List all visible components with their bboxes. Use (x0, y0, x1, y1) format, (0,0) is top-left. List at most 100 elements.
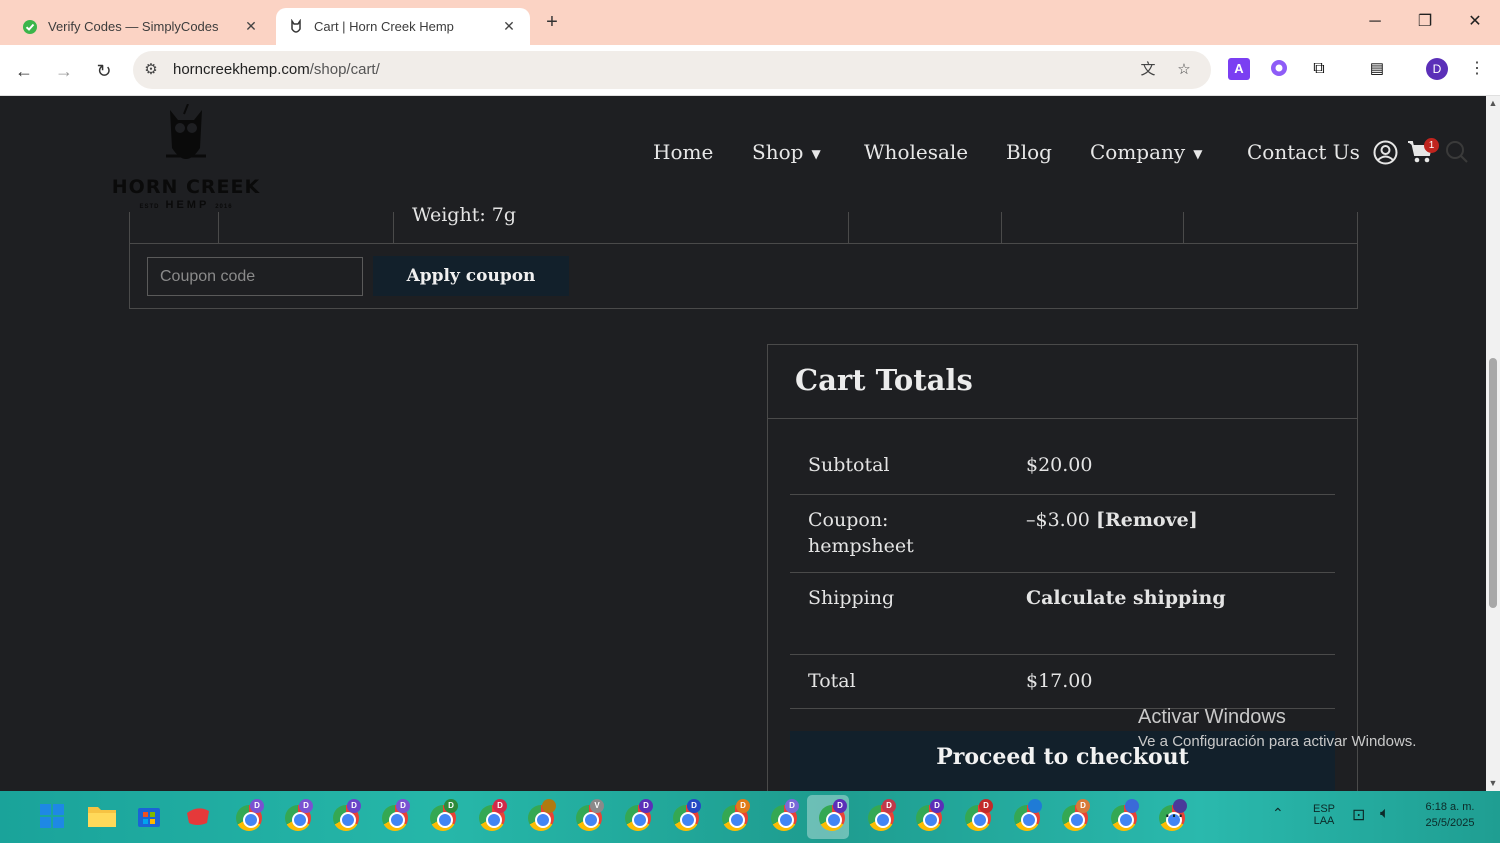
back-button[interactable]: ← (10, 57, 38, 85)
scroll-up-icon[interactable]: ▲ (1488, 98, 1498, 108)
network-icon[interactable]: ⊡ (1352, 805, 1365, 825)
translate-icon[interactable]: 文 (1138, 60, 1158, 80)
nav-home[interactable]: Home (653, 140, 713, 164)
site-logo[interactable]: HORN CREEK ESTD HEMP 2016 (108, 103, 264, 211)
profile-badge: D (687, 799, 701, 813)
chrome-taskbar-icon[interactable]: D (232, 799, 266, 835)
chevron-down-icon: ▼ (811, 146, 821, 161)
extension-swirl-icon[interactable] (1268, 58, 1290, 80)
coupon-value: –$3.00 [Remove] (1026, 509, 1198, 531)
profile-badge: D (444, 799, 458, 813)
table-divider (218, 212, 219, 243)
extensions-puzzle-icon[interactable]: ⧉ (1308, 58, 1330, 80)
page-viewport: HORN CREEK ESTD HEMP 2016 Home Shop ▼ Who… (0, 96, 1486, 791)
calculate-shipping-link[interactable]: Calculate shipping (1026, 585, 1226, 611)
subtotal-row: Subtotal $20.00 (790, 419, 1335, 495)
close-window-button[interactable]: ✕ (1460, 8, 1490, 36)
scroll-down-icon[interactable]: ▼ (1488, 778, 1498, 788)
chrome-taskbar-icon[interactable] (1107, 799, 1141, 835)
profile-badge: D (299, 799, 313, 813)
nav-company[interactable]: Company ▼ (1090, 140, 1202, 164)
chrome-taskbar-icon[interactable]: D (864, 799, 898, 835)
chrome-taskbar-icon[interactable]: D (961, 799, 995, 835)
table-row-divider (129, 243, 1358, 244)
profile-badge: D (930, 799, 944, 813)
clock-time: 6:18 a. m. (1425, 801, 1475, 813)
file-explorer-icon[interactable] (86, 801, 120, 835)
address-bar[interactable]: ⚙ horncreekhemp.com/shop/cart/ 文 ☆ (133, 51, 1211, 89)
extension-a-icon[interactable]: A (1228, 58, 1250, 80)
simplycodes-favicon-icon (22, 19, 38, 35)
coupon-code-input[interactable]: Coupon code (147, 257, 363, 296)
cart-totals-heading: Cart Totals (795, 363, 973, 397)
chrome-taskbar-icon[interactable]: D (718, 799, 752, 835)
bookmark-star-icon[interactable]: ☆ (1174, 60, 1194, 80)
reading-list-icon[interactable]: ▤ (1366, 58, 1388, 80)
more-apps-icon[interactable]: ⋯ (1157, 801, 1191, 835)
chrome-taskbar-icon[interactable]: D (621, 799, 655, 835)
chrome-taskbar-icon[interactable] (1010, 799, 1044, 835)
profile-badge: D (736, 799, 750, 813)
proceed-to-checkout-button[interactable]: Proceed to checkout (790, 731, 1335, 791)
close-tab-icon[interactable]: ✕ (242, 18, 260, 35)
clock[interactable]: 6:18 a. m. 25/5/2025 (1412, 801, 1488, 829)
tab-simplycodes[interactable]: Verify Codes — SimplyCodes ✕ (10, 8, 272, 45)
chrome-taskbar-icon[interactable]: D (329, 799, 363, 835)
nav-wholesale[interactable]: Wholesale (864, 140, 968, 164)
apply-coupon-button[interactable]: Apply coupon (373, 256, 569, 296)
chrome-taskbar-icon[interactable]: D (475, 799, 509, 835)
logo-subtitle: ESTD HEMP 2016 (139, 199, 233, 211)
table-divider (848, 212, 849, 243)
chrome-taskbar-icon[interactable]: D (912, 799, 946, 835)
product-weight: Weight: 7g (412, 204, 517, 226)
reload-button[interactable]: ↻ (90, 57, 118, 85)
nav-contact-us[interactable]: Contact Us (1247, 140, 1360, 164)
coupon-row: Coupon: hempsheet –$3.00 [Remove] (790, 495, 1335, 573)
chrome-taskbar-icon[interactable]: D (378, 799, 412, 835)
chevron-down-icon: ▼ (1193, 146, 1203, 161)
tab-horn-creek-cart[interactable]: Cart | Horn Creek Hemp ✕ (276, 8, 530, 45)
profile-badge: V (590, 799, 604, 813)
url-text[interactable]: horncreekhemp.com/shop/cart/ (173, 61, 380, 78)
nav-shop[interactable]: Shop ▼ (752, 140, 821, 164)
restore-button[interactable]: ❐ (1410, 8, 1440, 36)
chrome-taskbar-icon[interactable]: D (1058, 799, 1092, 835)
microsoft-store-icon[interactable] (134, 801, 168, 835)
page-scrollbar[interactable]: ▲ ▼ (1486, 96, 1500, 791)
minimize-button[interactable]: ─ (1360, 8, 1390, 36)
profile-badge: D (347, 799, 361, 813)
profile-badge: D (833, 799, 847, 813)
remove-coupon-link[interactable]: [Remove] (1096, 509, 1198, 531)
language-indicator[interactable]: ESP LAA (1306, 803, 1342, 827)
coupon-label: Coupon: hempsheet (808, 509, 914, 557)
chrome-taskbar-icon[interactable]: D (426, 799, 460, 835)
chrome-taskbar-icon[interactable]: V (572, 799, 606, 835)
profile-badge: D (396, 799, 410, 813)
chrome-taskbar-icon[interactable]: D (669, 799, 703, 835)
total-value: $17.00 (1026, 670, 1093, 692)
new-tab-button[interactable]: + (540, 10, 564, 34)
chrome-taskbar-icon[interactable]: D (815, 799, 849, 835)
search-icon[interactable] (1445, 140, 1469, 169)
forward-button[interactable]: → (50, 57, 78, 85)
site-settings-icon[interactable]: ⚙ (141, 60, 161, 80)
shipping-label: Shipping (808, 587, 895, 609)
browser-tabstrip: Verify Codes — SimplyCodes ✕ Cart | Horn… (0, 0, 1500, 45)
app-red-icon[interactable] (183, 801, 217, 835)
chrome-taskbar-icon[interactable]: D (281, 799, 315, 835)
profile-badge: D (979, 799, 993, 813)
nav-blog[interactable]: Blog (1006, 140, 1052, 164)
close-tab-icon[interactable]: ✕ (500, 18, 518, 35)
tab-title: Cart | Horn Creek Hemp (314, 19, 454, 34)
start-windows-icon[interactable] (37, 801, 71, 835)
chrome-taskbar-icon[interactable] (524, 799, 558, 835)
cart-totals: Cart Totals Subtotal $20.00 Coupon: hemps… (767, 344, 1358, 791)
account-icon[interactable] (1373, 140, 1398, 170)
browser-menu-icon[interactable]: ⋮ (1466, 58, 1488, 80)
chrome-taskbar-icon[interactable]: D (767, 799, 801, 835)
show-hidden-icons-chevron-up-icon[interactable]: ⌃ (1272, 805, 1284, 822)
volume-icon[interactable]: 🔈︎ (1380, 805, 1390, 823)
profile-badge: D (1076, 799, 1090, 813)
profile-avatar[interactable]: D (1426, 58, 1448, 80)
scrollbar-thumb[interactable] (1489, 358, 1497, 608)
